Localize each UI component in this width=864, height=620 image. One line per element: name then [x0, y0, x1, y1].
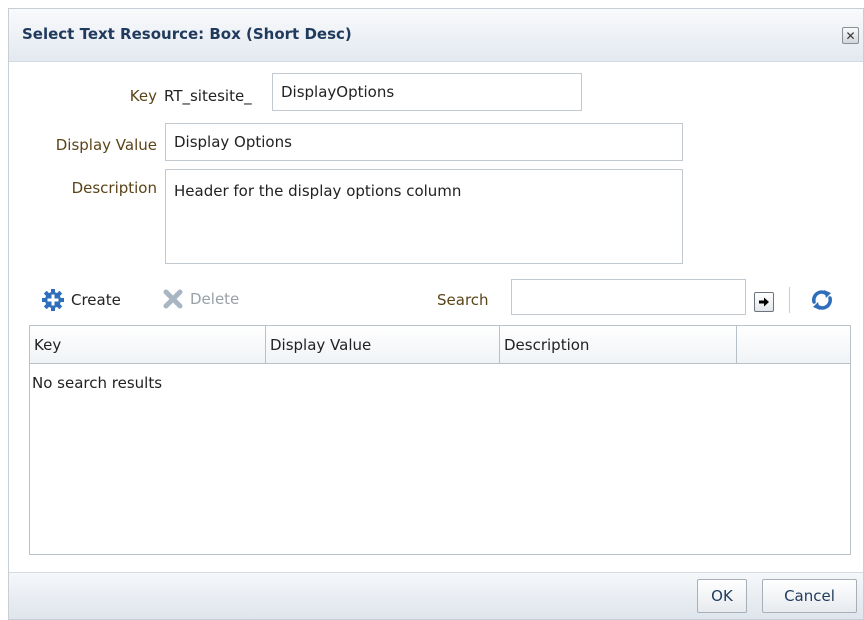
dialog-footer: OK Cancel — [9, 572, 863, 619]
search-label: Search — [437, 291, 489, 309]
key-input[interactable] — [272, 73, 582, 111]
dialog-titlebar: Select Text Resource: Box (Short Desc) ✕ — [9, 9, 863, 62]
column-header-key[interactable]: Key — [30, 326, 266, 363]
column-header-blank — [737, 326, 850, 363]
ok-button[interactable]: OK — [697, 579, 747, 613]
create-button[interactable]: Create — [41, 288, 121, 312]
select-text-resource-dialog: Select Text Resource: Box (Short Desc) ✕… — [8, 8, 864, 620]
display-value-label: Display Value — [55, 136, 157, 154]
column-header-description[interactable]: Description — [500, 326, 737, 363]
table-header: Key Display Value Description — [30, 326, 850, 364]
search-input[interactable] — [511, 279, 746, 315]
key-prefix: RT_sitesite_ — [164, 87, 252, 105]
x-icon — [163, 289, 183, 309]
arrow-right-icon — [759, 297, 769, 307]
description-label: Description — [71, 179, 157, 197]
cancel-button[interactable]: Cancel — [762, 579, 857, 613]
refresh-icon[interactable] — [810, 288, 834, 312]
gear-plus-icon — [42, 289, 64, 311]
toolbar-separator — [789, 287, 790, 313]
create-label: Create — [71, 291, 121, 309]
key-label: Key — [129, 87, 157, 105]
results-table: Key Display Value Description No search … — [29, 325, 851, 555]
delete-label: Delete — [190, 290, 240, 308]
display-value-input[interactable] — [165, 123, 683, 161]
description-textarea[interactable]: Header for the display options column — [165, 169, 683, 264]
close-icon[interactable]: ✕ — [842, 27, 859, 44]
delete-button[interactable]: Delete — [162, 288, 239, 310]
dialog-title: Select Text Resource: Box (Short Desc) — [22, 25, 352, 43]
search-go-button[interactable] — [754, 292, 774, 312]
empty-results-message: No search results — [32, 374, 163, 392]
column-header-display-value[interactable]: Display Value — [266, 326, 500, 363]
